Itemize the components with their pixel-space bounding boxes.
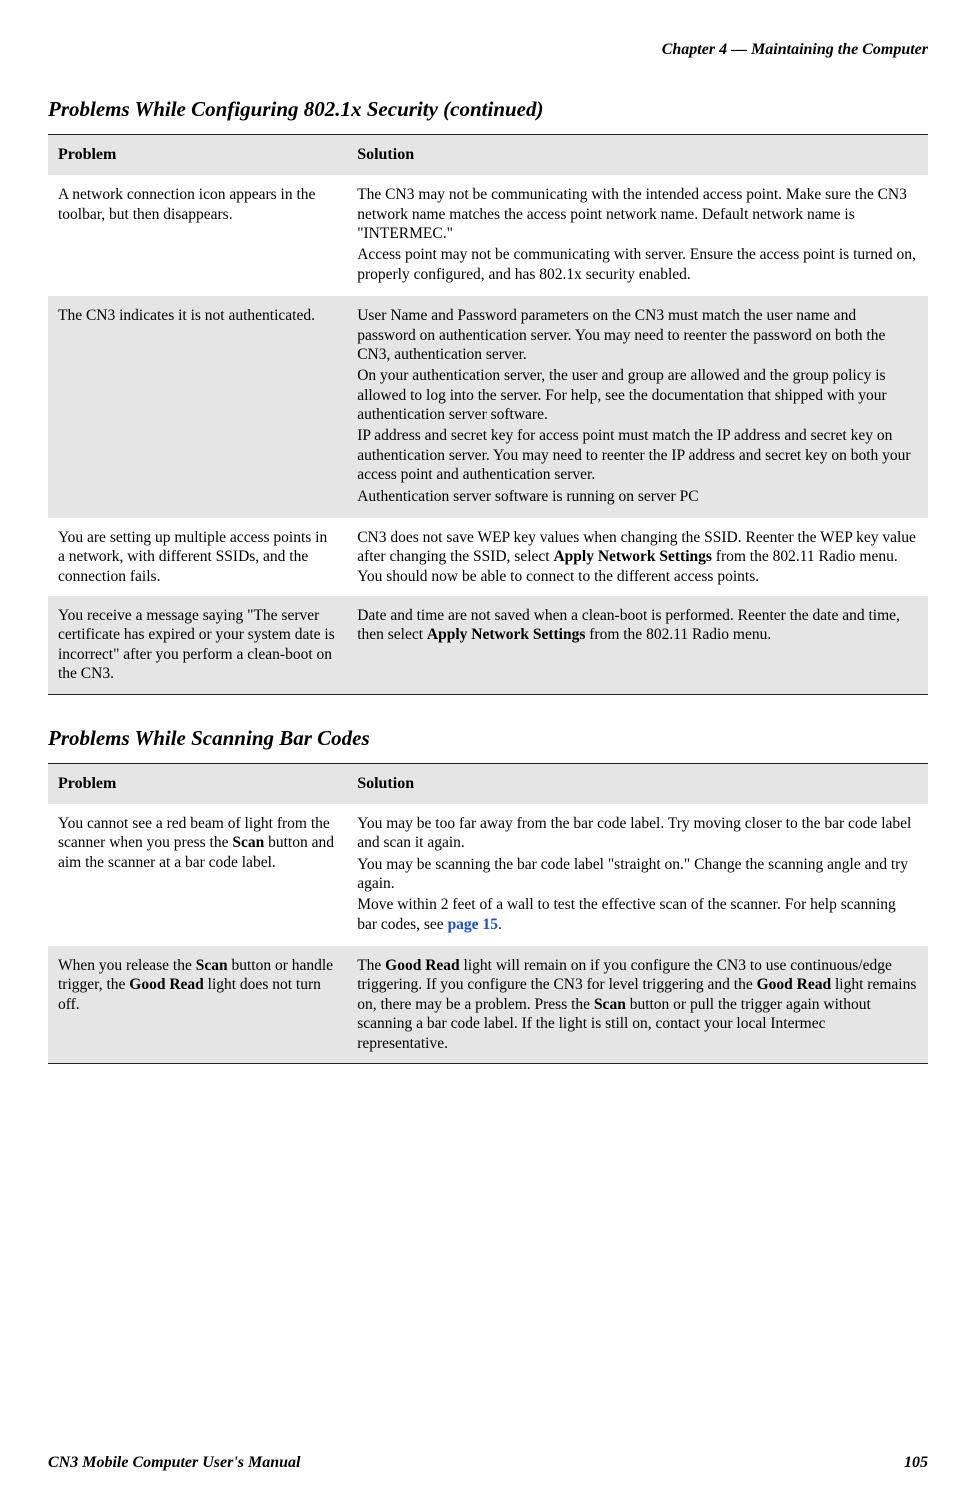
th-problem: Problem	[48, 763, 347, 804]
cell-problem: The CN3 indicates it is not authenticate…	[48, 296, 347, 518]
bold-term: Good Read	[385, 957, 460, 974]
solution-text: User Name and Password parameters on the…	[357, 306, 918, 364]
table-scanning-problems: Problem Solution You cannot see a red be…	[48, 763, 928, 1064]
solution-text: On your authentication server, the user …	[357, 366, 918, 424]
bold-term: Apply Network Settings	[427, 626, 585, 643]
bold-term: Scan	[594, 996, 626, 1013]
running-header: Chapter 4 — Maintaining the Computer	[48, 40, 928, 60]
solution-text: The	[357, 957, 385, 974]
solution-text: Authentication server software is runnin…	[357, 487, 918, 506]
solution-text: Move within 2 feet of a wall to test the…	[357, 895, 918, 934]
solution-text: Access point may not be communicating wi…	[357, 245, 918, 284]
table-row: You receive a message saying "The server…	[48, 596, 928, 694]
solution-text: The CN3 may not be communicating with th…	[357, 185, 918, 243]
th-solution: Solution	[347, 135, 928, 176]
table-row: When you release the Scan button or hand…	[48, 946, 928, 1063]
solution-text: from the 802.11 Radio menu.	[585, 626, 771, 643]
cell-solution: Date and time are not saved when a clean…	[347, 596, 928, 694]
th-problem: Problem	[48, 135, 347, 176]
cell-solution: The CN3 may not be communicating with th…	[347, 175, 928, 296]
bold-term: Scan	[196, 957, 228, 974]
footer-manual-title: CN3 Mobile Computer User's Manual	[48, 1453, 300, 1473]
cell-problem: You are setting up multiple access point…	[48, 518, 347, 596]
table-row: A network connection icon appears in the…	[48, 175, 928, 296]
solution-text: Move within 2 feet of a wall to test the…	[357, 896, 896, 932]
bold-term: Good Read	[757, 976, 832, 993]
footer-page-number: 105	[904, 1453, 928, 1473]
solution-text: You may be too far away from the bar cod…	[357, 814, 918, 853]
cell-solution: You may be too far away from the bar cod…	[347, 804, 928, 946]
cell-solution: User Name and Password parameters on the…	[347, 296, 928, 518]
bold-term: Good Read	[129, 976, 204, 993]
solution-text: .	[498, 916, 502, 933]
cell-problem: You cannot see a red beam of light from …	[48, 804, 347, 946]
section-title-1: Problems While Configuring 802.1x Securi…	[48, 96, 928, 122]
solution-text: IP address and secret key for access poi…	[357, 426, 918, 484]
cell-solution: The Good Read light will remain on if yo…	[347, 946, 928, 1063]
table-row: You are setting up multiple access point…	[48, 518, 928, 596]
table-row: You cannot see a red beam of light from …	[48, 804, 928, 946]
table-security-problems: Problem Solution A network connection ic…	[48, 134, 928, 694]
cell-solution: CN3 does not save WEP key values when ch…	[347, 518, 928, 596]
problem-text: When you release the	[58, 957, 196, 974]
section-title-2: Problems While Scanning Bar Codes	[48, 725, 928, 751]
th-solution: Solution	[347, 763, 928, 804]
page-link[interactable]: page 15	[448, 916, 498, 933]
bold-term: Apply Network Settings	[553, 548, 711, 565]
cell-problem: When you release the Scan button or hand…	[48, 946, 347, 1063]
page-footer: CN3 Mobile Computer User's Manual 105	[48, 1453, 928, 1473]
bold-term: Scan	[232, 834, 264, 851]
cell-problem: A network connection icon appears in the…	[48, 175, 347, 296]
cell-problem: You receive a message saying "The server…	[48, 596, 347, 694]
table-row: The CN3 indicates it is not authenticate…	[48, 296, 928, 518]
solution-text: You may be scanning the bar code label "…	[357, 855, 918, 894]
